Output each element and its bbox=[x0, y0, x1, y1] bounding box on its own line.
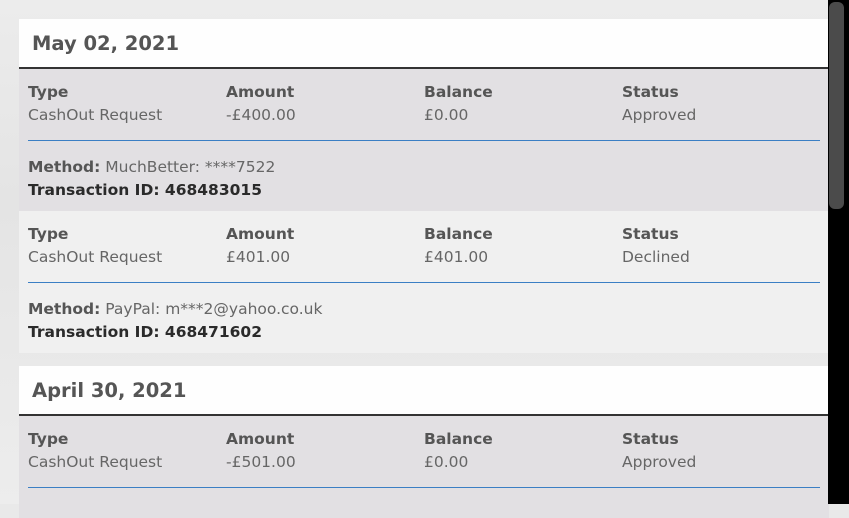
status-column: Status Approved bbox=[622, 81, 820, 127]
transaction-columns: Type CashOut Request Amount -£501.00 Bal… bbox=[28, 428, 820, 474]
type-header: Type bbox=[28, 430, 69, 448]
transaction-id-line: Transaction ID: 468471602 bbox=[28, 321, 820, 344]
date-label: May 02, 2021 bbox=[32, 31, 180, 55]
balance-value: £0.00 bbox=[424, 106, 469, 124]
type-column: Type CashOut Request bbox=[28, 428, 226, 474]
method-line: Method: MuchBetter: ****7522 bbox=[28, 156, 820, 179]
transaction-columns: Type CashOut Request Amount £401.00 Bala… bbox=[28, 223, 820, 269]
type-value: CashOut Request bbox=[28, 248, 163, 266]
type-value: CashOut Request bbox=[28, 106, 163, 124]
list-continuation bbox=[19, 512, 829, 518]
amount-value: -£501.00 bbox=[226, 453, 296, 471]
transaction-columns: Type CashOut Request Amount -£400.00 Bal… bbox=[28, 81, 820, 127]
type-header: Type bbox=[28, 225, 69, 243]
method-label: Method: bbox=[28, 158, 101, 176]
transaction-divider bbox=[28, 140, 820, 141]
balance-column: Balance £0.00 bbox=[424, 428, 622, 474]
status-header: Status bbox=[622, 430, 679, 448]
method-value: PayPal: m***2@yahoo.co.uk bbox=[105, 300, 323, 318]
transaction-id-label: Transaction ID: bbox=[28, 181, 160, 199]
status-column: Status Approved bbox=[622, 428, 820, 474]
type-value: CashOut Request bbox=[28, 453, 163, 471]
transaction-id-label: Transaction ID: bbox=[28, 323, 160, 341]
amount-value: £401.00 bbox=[226, 248, 291, 266]
amount-column: Amount £401.00 bbox=[226, 223, 424, 269]
amount-column: Amount -£501.00 bbox=[226, 428, 424, 474]
balance-value: £401.00 bbox=[424, 248, 489, 266]
balance-header: Balance bbox=[424, 430, 493, 448]
amount-header: Amount bbox=[226, 430, 295, 448]
transaction-item[interactable]: Type CashOut Request Amount £401.00 Bala… bbox=[19, 211, 829, 353]
amount-header: Amount bbox=[226, 225, 295, 243]
status-value: Declined bbox=[622, 248, 690, 266]
transaction-history-list: May 02, 2021 Type CashOut Request Amount… bbox=[19, 19, 829, 518]
status-header: Status bbox=[622, 83, 679, 101]
transaction-id-value: 468483015 bbox=[164, 181, 262, 199]
balance-column: Balance £0.00 bbox=[424, 81, 622, 127]
method-line: Method: PayPal: m***2@yahoo.co.uk bbox=[28, 298, 820, 321]
scrollbar-thumb[interactable] bbox=[829, 2, 844, 209]
transaction-id-value: 468471602 bbox=[164, 323, 262, 341]
status-column: Status Declined bbox=[622, 223, 820, 269]
amount-value: -£400.00 bbox=[226, 106, 296, 124]
type-column: Type CashOut Request bbox=[28, 223, 226, 269]
transaction-divider bbox=[28, 487, 820, 488]
method-value: MuchBetter: ****7522 bbox=[105, 158, 276, 176]
transaction-item[interactable]: Type CashOut Request Amount -£400.00 Bal… bbox=[19, 69, 829, 211]
method-label: Method: bbox=[28, 300, 101, 318]
type-header: Type bbox=[28, 83, 69, 101]
transaction-id-line: Transaction ID: 468483015 bbox=[28, 179, 820, 202]
balance-value: £0.00 bbox=[424, 453, 469, 471]
transaction-divider bbox=[28, 282, 820, 283]
transaction-item[interactable]: Type CashOut Request Amount -£501.00 Bal… bbox=[19, 416, 829, 512]
amount-column: Amount -£400.00 bbox=[226, 81, 424, 127]
balance-column: Balance £401.00 bbox=[424, 223, 622, 269]
status-value: Approved bbox=[622, 106, 697, 124]
amount-header: Amount bbox=[226, 83, 295, 101]
status-value: Approved bbox=[622, 453, 697, 471]
type-column: Type CashOut Request bbox=[28, 81, 226, 127]
date-header: May 02, 2021 bbox=[19, 19, 829, 69]
status-header: Status bbox=[622, 225, 679, 243]
date-label: April 30, 2021 bbox=[32, 378, 187, 402]
balance-header: Balance bbox=[424, 225, 493, 243]
balance-header: Balance bbox=[424, 83, 493, 101]
date-header: April 30, 2021 bbox=[19, 366, 829, 416]
